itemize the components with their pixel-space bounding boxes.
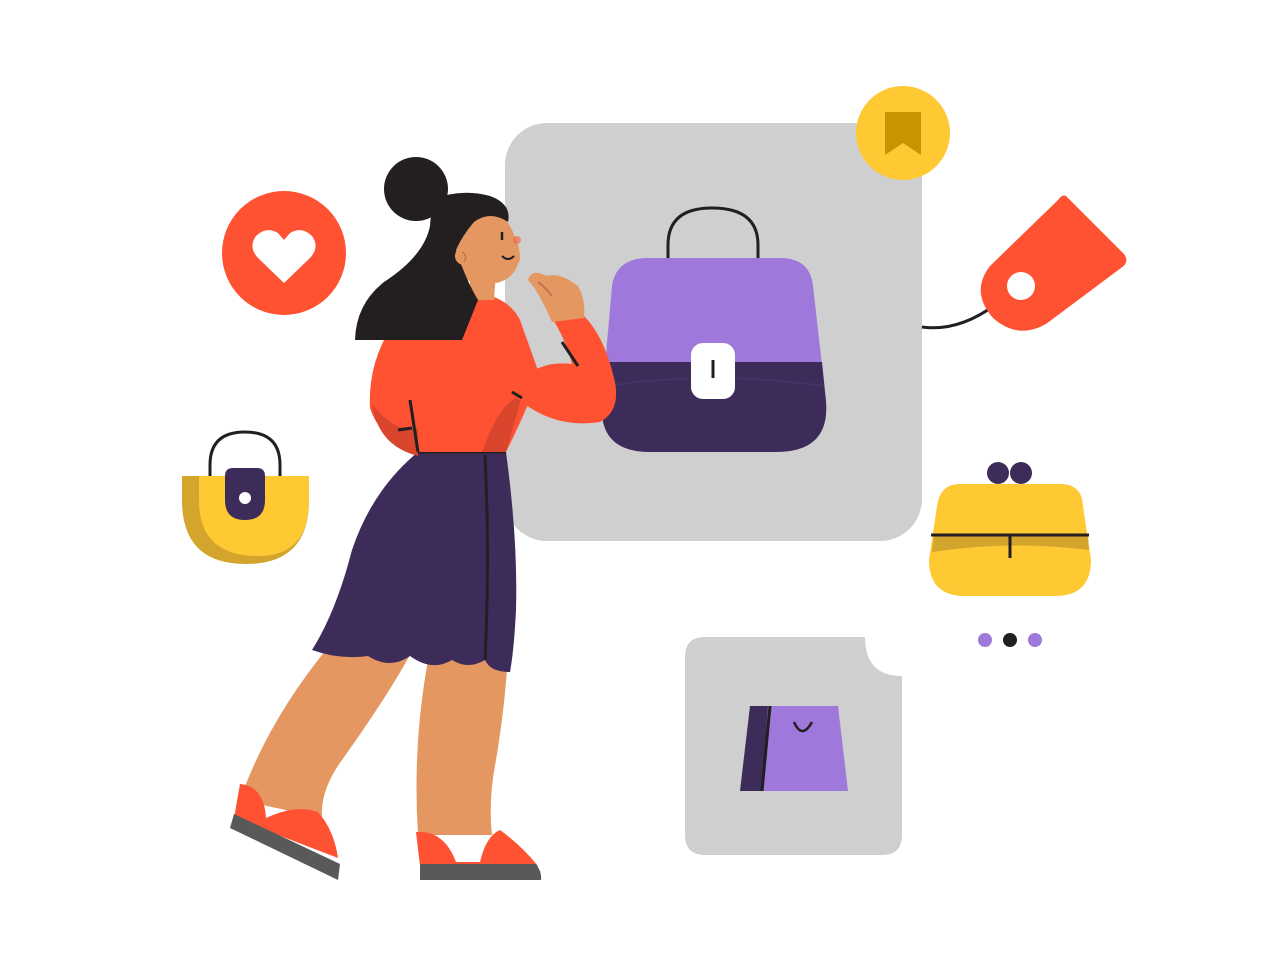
padlock-bag[interactable]: [182, 430, 309, 564]
woman-front-shoe-sole: [420, 864, 542, 880]
bookmark-badge[interactable]: [856, 86, 950, 180]
price-tag-icon: [980, 195, 1127, 331]
product-card-small[interactable]: [685, 637, 902, 855]
favorite-badge[interactable]: [222, 191, 346, 315]
carousel-dot[interactable]: [978, 633, 992, 647]
woman-back-leg: [240, 645, 410, 818]
shopping-bag-icon: [762, 706, 848, 791]
price-tag[interactable]: [921, 195, 1127, 331]
coin-purse-knob-left: [987, 462, 1009, 484]
woman-front-shoe: [416, 830, 538, 866]
coin-purse-knob-right: [1010, 462, 1032, 484]
carousel-dot-active[interactable]: [1003, 633, 1017, 647]
carousel-dot[interactable]: [1028, 633, 1042, 647]
coin-purse[interactable]: [929, 462, 1091, 596]
price-tag-string: [921, 303, 996, 330]
illustration-stage: [0, 0, 1280, 960]
woman-front-leg: [416, 650, 508, 835]
more-dots-icon[interactable]: [978, 633, 1042, 647]
illustration-canvas: [182, 86, 1127, 880]
price-tag-hole: [1007, 272, 1035, 300]
